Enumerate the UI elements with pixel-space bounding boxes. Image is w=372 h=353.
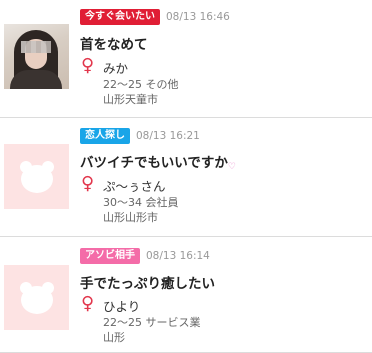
female-icon: ♀ — [81, 293, 95, 314]
post-title[interactable]: バツイチでもいいですか♡ — [80, 151, 236, 172]
bear-placeholder-icon — [20, 161, 54, 193]
female-icon: ♀ — [81, 173, 95, 194]
user-avatar[interactable] — [4, 24, 69, 89]
post-header: 今すぐ会いたい 08/13 16:46 — [80, 9, 230, 25]
no-photo-thumbnail[interactable] — [4, 265, 69, 330]
user-age-job: 22～25 サービス業 — [103, 316, 201, 329]
user-location: 山形 — [103, 331, 125, 344]
bear-placeholder-icon — [20, 282, 54, 314]
post-title[interactable]: 首をなめて — [80, 33, 148, 53]
female-icon: ♀ — [81, 55, 95, 76]
user-age-job: 22～25 その他 — [103, 78, 179, 91]
category-tag: 今すぐ会いたい — [80, 9, 160, 25]
category-tag: アソビ相手 — [80, 248, 140, 264]
user-age-job: 30～34 会社員 — [103, 196, 179, 209]
post-header: 恋人探し 08/13 16:21 — [80, 128, 200, 144]
post-timestamp: 08/13 16:21 — [136, 130, 200, 142]
post-title-text: 首をなめて — [80, 37, 148, 53]
user-location: 山形天童市 — [103, 93, 158, 106]
post-title-text: バツイチでもいいですか — [80, 155, 228, 171]
user-name: ぷ～ぅさん — [103, 179, 166, 194]
post-item[interactable]: 恋人探し 08/13 16:21 バツイチでもいいですか♡ ♀ ぷ～ぅさん 30… — [0, 118, 372, 237]
post-title[interactable]: 手でたっぷり癒したい — [80, 272, 215, 292]
no-photo-thumbnail[interactable] — [4, 144, 69, 209]
post-title-text: 手でたっぷり癒したい — [80, 276, 215, 292]
user-location: 山形山形市 — [103, 211, 158, 224]
post-timestamp: 08/13 16:14 — [146, 250, 210, 262]
post-item[interactable]: アソビ相手 08/13 16:14 手でたっぷり癒したい ♀ ひより 22～25… — [0, 237, 372, 353]
post-header: アソビ相手 08/13 16:14 — [80, 248, 210, 264]
user-name: みか — [103, 61, 129, 76]
post-item[interactable]: 今すぐ会いたい 08/13 16:46 首をなめて ♀ みか 22～25 その他… — [0, 0, 372, 118]
post-timestamp: 08/13 16:46 — [166, 11, 230, 23]
avatar-mosaic — [21, 41, 51, 53]
user-name: ひより — [103, 299, 141, 314]
avatar-body — [10, 70, 62, 89]
heart-icon: ♡ — [227, 162, 236, 172]
category-tag: 恋人探し — [80, 128, 130, 144]
